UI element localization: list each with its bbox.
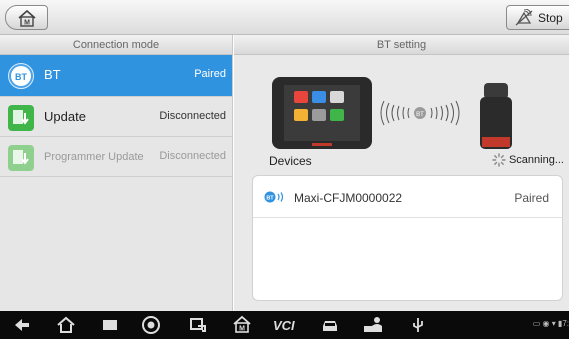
- bluetooth-device-icon: BT: [264, 191, 284, 203]
- device-list-item[interactable]: BT Maxi-CFJM0000022 Paired: [253, 176, 562, 218]
- device-status: Paired: [514, 191, 549, 205]
- connection-item-update[interactable]: Update Disconnected: [0, 97, 232, 137]
- connection-item-status: Disconnected: [159, 110, 226, 122]
- scanning-status: Scanning...: [492, 153, 564, 167]
- bottom-navigation-bar: M VCI ▭ ◉ ▾ ▮7:: [0, 311, 569, 339]
- home-icon[interactable]: [56, 315, 76, 335]
- svg-text:M: M: [239, 326, 245, 333]
- svg-text:M: M: [24, 20, 30, 27]
- car-icon[interactable]: [320, 315, 340, 335]
- svg-text:BT: BT: [416, 112, 424, 118]
- back-icon[interactable]: [12, 315, 32, 335]
- bt-setting-header: BT setting: [234, 35, 569, 55]
- system-status-icons: ▭ ◉ ▾ ▮7:: [532, 319, 569, 328]
- top-toolbar: M Stop: [0, 0, 569, 35]
- home-button[interactable]: M: [5, 5, 48, 30]
- vci-icon[interactable]: VCI: [272, 315, 300, 335]
- connection-item-programmer-update[interactable]: Programmer Update Disconnected: [0, 137, 232, 177]
- scanning-label: Scanning...: [508, 154, 564, 166]
- connection-item-label: BT: [44, 67, 61, 82]
- connection-item-status: Disconnected: [159, 150, 226, 162]
- svg-text:BT: BT: [15, 72, 27, 82]
- usb-icon[interactable]: [408, 315, 428, 335]
- bt-icon: BT: [8, 63, 34, 89]
- bt-setting-panel: BT setting BT Devices Scanning... BT Max…: [234, 35, 569, 311]
- technician-icon[interactable]: [362, 315, 386, 335]
- device-list: BT Maxi-CFJM0000022 Paired: [252, 175, 563, 301]
- screenshot-icon[interactable]: [188, 315, 208, 335]
- svg-text:BT: BT: [266, 195, 274, 201]
- svg-text:VCI: VCI: [273, 318, 295, 333]
- connection-item-bt[interactable]: BT BT Paired: [0, 55, 232, 97]
- bt-pairing-illustration: BT: [272, 77, 512, 149]
- stop-scan-icon: [515, 9, 533, 26]
- recent-apps-icon[interactable]: [100, 315, 120, 335]
- connection-item-label: Programmer Update: [44, 151, 144, 163]
- loading-spinner-icon: [492, 153, 506, 167]
- connection-mode-header: Connection mode: [0, 35, 232, 55]
- maxisys-home-icon: M: [18, 9, 36, 27]
- stop-label: Stop: [538, 11, 563, 25]
- update-icon: [8, 105, 34, 131]
- connection-item-label: Update: [44, 109, 86, 124]
- connection-item-status: Paired: [194, 68, 226, 80]
- programmer-update-icon: [8, 145, 34, 171]
- devices-label: Devices: [269, 154, 312, 168]
- stop-button[interactable]: Stop: [506, 5, 569, 30]
- maxisys-home-icon[interactable]: M: [232, 315, 252, 335]
- connection-mode-panel: Connection mode BT BT Paired Update Disc…: [0, 35, 233, 311]
- device-name: Maxi-CFJM0000022: [294, 191, 403, 205]
- chrome-icon[interactable]: [141, 315, 161, 335]
